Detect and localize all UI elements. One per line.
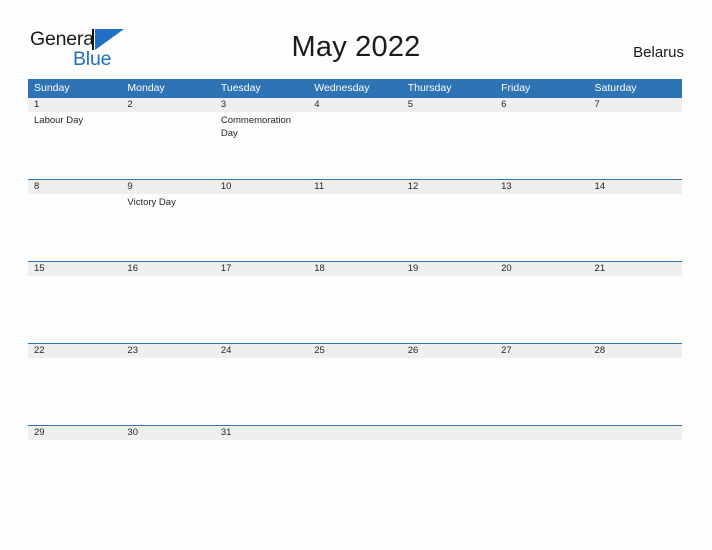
day-event [28,358,121,425]
day-event [215,440,308,507]
week-number-band: 15 16 17 18 19 20 21 [28,262,682,276]
day-event: Victory Day [127,197,176,208]
day-number[interactable]: 2 [121,98,214,112]
day-event [589,440,682,507]
day-number[interactable]: 27 [495,344,588,358]
day-number[interactable]: 4 [308,98,401,112]
day-number[interactable]: 28 [589,344,682,358]
day-event [308,276,401,343]
day-number[interactable]: 1 [28,98,121,112]
week-number-band: 29 30 31 [28,426,682,440]
day-event [308,358,401,425]
day-event [308,194,401,261]
week-number-band: 1 2 3 4 5 6 7 [28,98,682,112]
week-row: 22 23 24 25 26 27 28 [28,343,682,425]
day-number[interactable]: 11 [308,180,401,194]
day-number[interactable]: 25 [308,344,401,358]
day-event [495,440,588,507]
day-event [495,194,588,261]
day-number[interactable]: 14 [589,180,682,194]
day-header-thursday: Thursday [407,82,452,94]
day-event [402,358,495,425]
day-number[interactable]: 19 [402,262,495,276]
day-number[interactable]: 22 [28,344,121,358]
day-number[interactable]: 5 [402,98,495,112]
day-event [121,276,214,343]
day-event [589,276,682,343]
day-number[interactable]: 20 [495,262,588,276]
day-number-empty [308,426,401,440]
page-header: General Blue May 2022 Belarus [0,0,712,79]
day-event [308,440,401,507]
day-number[interactable]: 16 [121,262,214,276]
day-header-wednesday: Wednesday [314,82,370,94]
day-event [215,276,308,343]
day-number-empty [589,426,682,440]
week-event-band [28,358,682,425]
day-event [589,358,682,425]
day-header-friday: Friday [501,82,531,94]
day-event [121,358,214,425]
day-number[interactable]: 8 [28,180,121,194]
day-event [402,194,495,261]
day-number[interactable]: 24 [215,344,308,358]
day-event [308,112,401,179]
day-event [215,194,308,261]
day-header-monday: Monday [127,82,165,94]
day-event [402,440,495,507]
day-number[interactable]: 23 [121,344,214,358]
week-row: 8 9 10 11 12 13 14 Victory Day [28,179,682,261]
day-number[interactable]: 18 [308,262,401,276]
day-number[interactable]: 7 [589,98,682,112]
day-event [495,112,588,179]
day-number[interactable]: 9 [121,180,214,194]
day-number[interactable]: 3 [215,98,308,112]
day-number[interactable]: 13 [495,180,588,194]
day-event [589,112,682,179]
day-number[interactable]: 10 [215,180,308,194]
day-number[interactable]: 29 [28,426,121,440]
day-number[interactable]: 15 [28,262,121,276]
day-event [495,276,588,343]
week-row: 29 30 31 [28,425,682,507]
day-event [28,194,121,261]
day-number[interactable]: 26 [402,344,495,358]
day-number-empty [495,426,588,440]
day-number[interactable]: 17 [215,262,308,276]
day-of-week-header-row: Sunday Monday Tuesday Wednesday Thursday… [28,79,682,97]
calendar-grid: Sunday Monday Tuesday Wednesday Thursday… [28,79,682,507]
week-event-band [28,440,682,507]
day-number[interactable]: 12 [402,180,495,194]
week-row: 15 16 17 18 19 20 21 [28,261,682,343]
day-event [121,112,214,179]
week-number-band: 22 23 24 25 26 27 28 [28,344,682,358]
day-header-saturday: Saturday [594,82,637,94]
day-header-sunday: Sunday [34,82,70,94]
day-event: Commemoration Day [220,115,292,139]
day-number[interactable]: 31 [215,426,308,440]
week-row: 1 2 3 4 5 6 7 Labour Day Commemoration D… [28,97,682,179]
week-event-band [28,276,682,343]
day-number[interactable]: 30 [121,426,214,440]
day-header-tuesday: Tuesday [220,82,261,94]
day-event [402,112,495,179]
day-event [495,358,588,425]
day-number-empty [402,426,495,440]
day-event [28,276,121,343]
day-event [121,440,214,507]
day-event [28,440,121,507]
country-label: Belarus [633,44,684,61]
day-event: Labour Day [34,115,84,126]
week-event-band: Victory Day [28,194,682,261]
week-event-band: Labour Day Commemoration Day [28,112,682,179]
day-event [402,276,495,343]
day-event [589,194,682,261]
day-event [215,358,308,425]
week-number-band: 8 9 10 11 12 13 14 [28,180,682,194]
day-number[interactable]: 6 [495,98,588,112]
page-title: May 2022 [291,31,421,63]
day-number[interactable]: 21 [589,262,682,276]
